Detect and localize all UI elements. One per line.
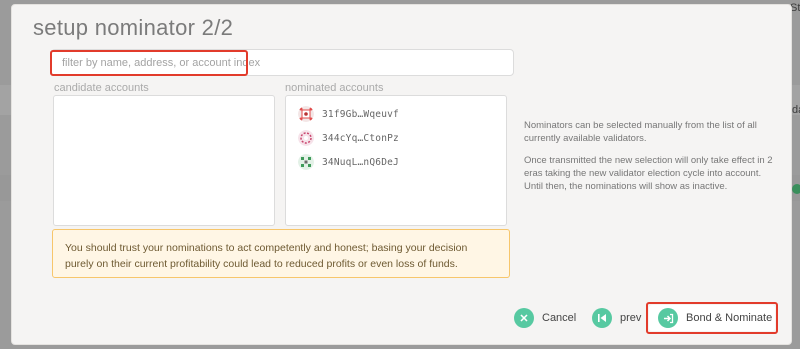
warning-box: You should trust your nominations to act… (52, 229, 510, 278)
background-text: da (792, 104, 800, 116)
nominee-address: 34NuqL…nQ6DeJ (322, 156, 399, 168)
nominee-address: 344cYq…CtonPz (322, 132, 399, 144)
identicon-icon (298, 106, 314, 122)
nominated-accounts-label: nominated accounts (285, 82, 384, 94)
sign-in-icon (658, 308, 678, 328)
search-field[interactable] (51, 49, 514, 76)
candidate-accounts-label: candidate accounts (54, 82, 149, 94)
nominated-accounts-list[interactable]: 31f9Gb…Wqeuvf 344cYq…CtonPz 34NuqL…nQ6De… (285, 95, 507, 226)
cancel-button[interactable]: ✕ Cancel (514, 305, 576, 331)
identicon-icon (298, 154, 314, 170)
status-dot (792, 184, 800, 194)
bond-nominate-label: Bond & Nominate (686, 312, 773, 324)
step-backward-icon (592, 308, 612, 328)
nominee-item[interactable]: 344cYq…CtonPz (298, 129, 399, 147)
nominee-item[interactable]: 31f9Gb…Wqeuvf (298, 105, 399, 123)
identicon-icon (298, 130, 314, 146)
cancel-label: Cancel (542, 312, 577, 324)
candidate-accounts-list[interactable] (53, 95, 275, 226)
prev-label: prev (620, 312, 642, 324)
info-text-selection: Nominators can be selected manually from… (524, 120, 757, 144)
search-input[interactable] (52, 50, 513, 75)
bond-nominate-button[interactable]: Bond & Nominate (658, 305, 772, 331)
info-text-eras: Once transmitted the new selection will … (524, 155, 773, 192)
nominator-modal: setup nominator 2/2 candidate accounts n… (11, 4, 792, 345)
prev-button[interactable]: prev (592, 305, 641, 331)
close-icon: ✕ (514, 308, 534, 328)
nominee-item[interactable]: 34NuqL…nQ6DeJ (298, 153, 399, 171)
modal-title: setup nominator 2/2 (33, 15, 234, 40)
nominee-address: 31f9Gb…Wqeuvf (322, 108, 399, 120)
